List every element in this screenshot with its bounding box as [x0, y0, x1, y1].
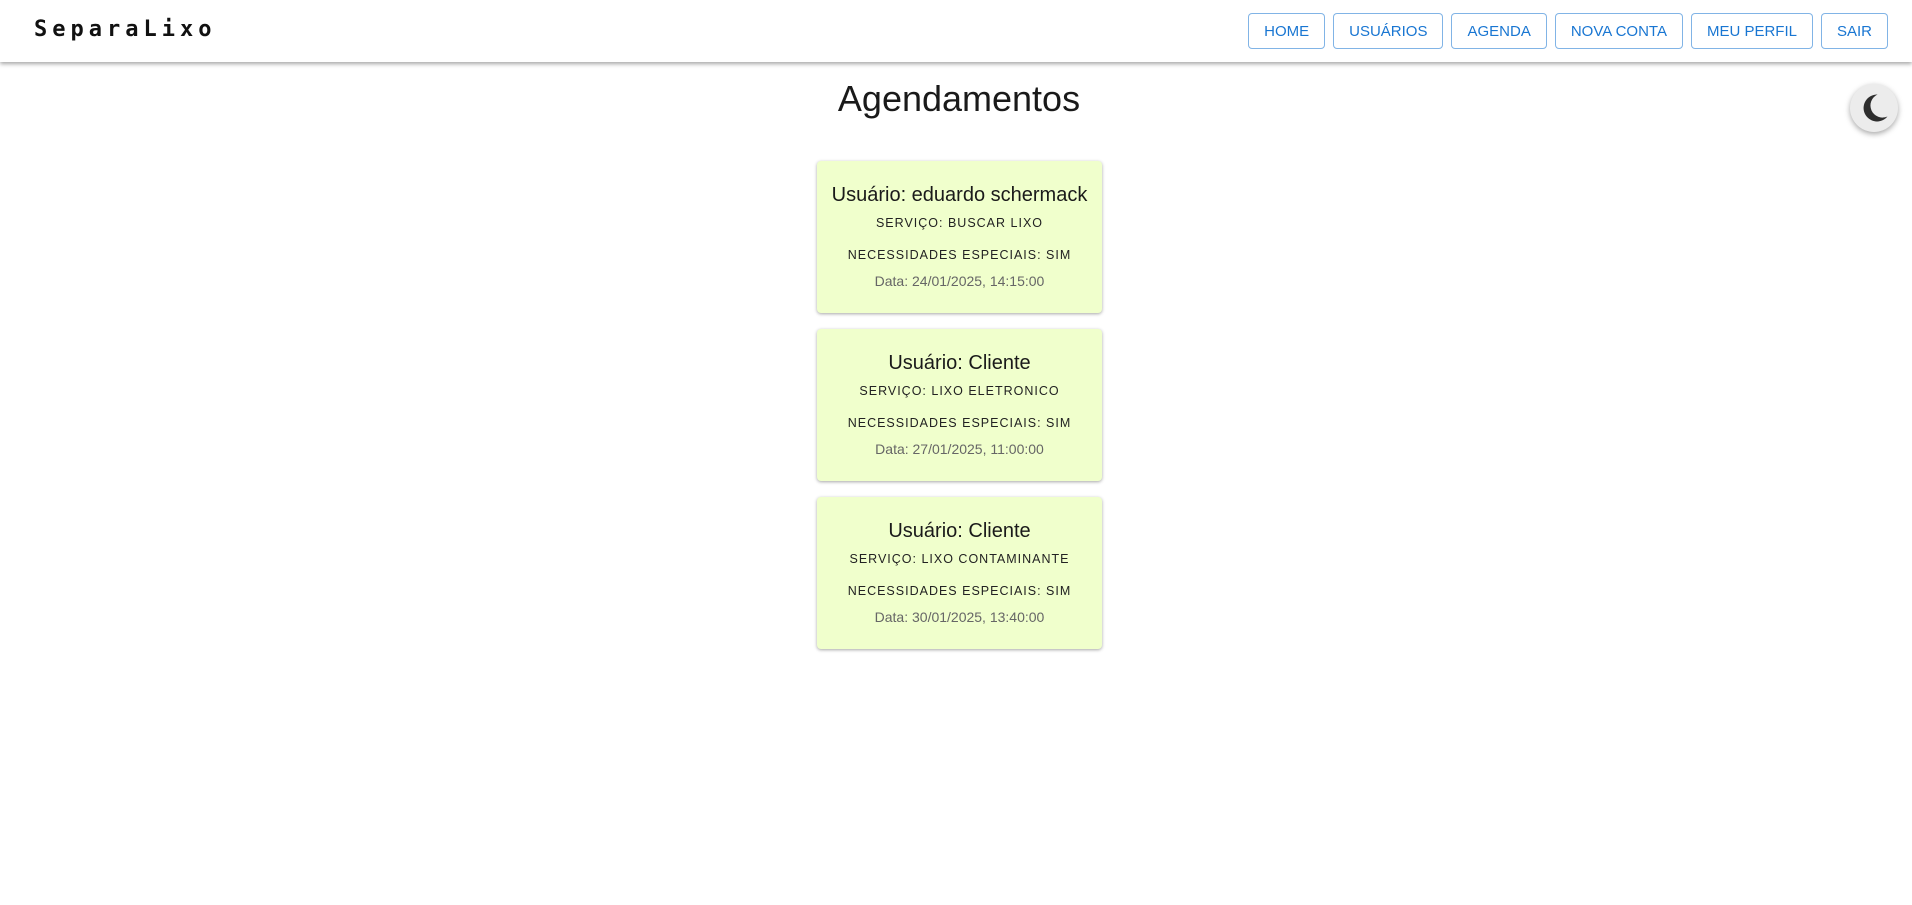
nav-new-account-button[interactable]: NOVA CONTA	[1554, 13, 1683, 49]
appointment-user: Usuário: eduardo schermack	[831, 184, 1088, 206]
nav-users-button[interactable]: USUÁRIOS	[1333, 13, 1444, 49]
nav-agenda-button[interactable]: AGENDA	[1451, 13, 1547, 49]
page-title: Agendamentos	[837, 78, 1081, 119]
appointment-card: Usuário: Cliente Serviço: LIXO CONTAMINA…	[817, 497, 1102, 649]
nav-my-profile-button[interactable]: MEU PERFIL	[1690, 13, 1813, 49]
appointment-date: Data: 27/01/2025, 11:00:00	[875, 441, 1044, 457]
appointment-card: Usuário: Cliente Serviço: LIXO ELETRONIC…	[817, 329, 1102, 481]
appointment-date: Data: 30/01/2025, 13:40:00	[874, 609, 1045, 625]
nav-logout-button[interactable]: SAIR	[1820, 13, 1888, 49]
appointment-date: Data: 24/01/2025, 14:15:00	[874, 273, 1045, 289]
appointment-special-needs: Necessidades Especiais: SIM	[847, 416, 1072, 430]
app-bar: SeparaLixo HOME USUÁRIOS AGENDA NOVA CON…	[0, 0, 1912, 62]
appointment-service: Serviço: LIXO ELETRONICO	[859, 384, 1060, 398]
appointments-list: Usuário: eduardo schermack Serviço: BUSC…	[817, 161, 1102, 665]
appointment-service: Serviço: BUSCAR LIXO	[875, 216, 1044, 230]
main-nav: HOME USUÁRIOS AGENDA NOVA CONTA MEU PERF…	[1248, 13, 1888, 49]
nav-home-button[interactable]: HOME	[1248, 13, 1326, 49]
appointment-user: Usuário: Cliente	[888, 520, 1031, 542]
app-logo: SeparaLixo	[34, 17, 217, 42]
appointment-service: Serviço: LIXO CONTAMINANTE	[849, 552, 1070, 566]
appointment-special-needs: Necessidades Especiais: SIM	[847, 248, 1072, 262]
appointment-card: Usuário: eduardo schermack Serviço: BUSC…	[817, 161, 1102, 313]
appointment-user: Usuário: Cliente	[888, 352, 1031, 374]
appointment-special-needs: Necessidades Especiais: SIM	[847, 584, 1072, 598]
